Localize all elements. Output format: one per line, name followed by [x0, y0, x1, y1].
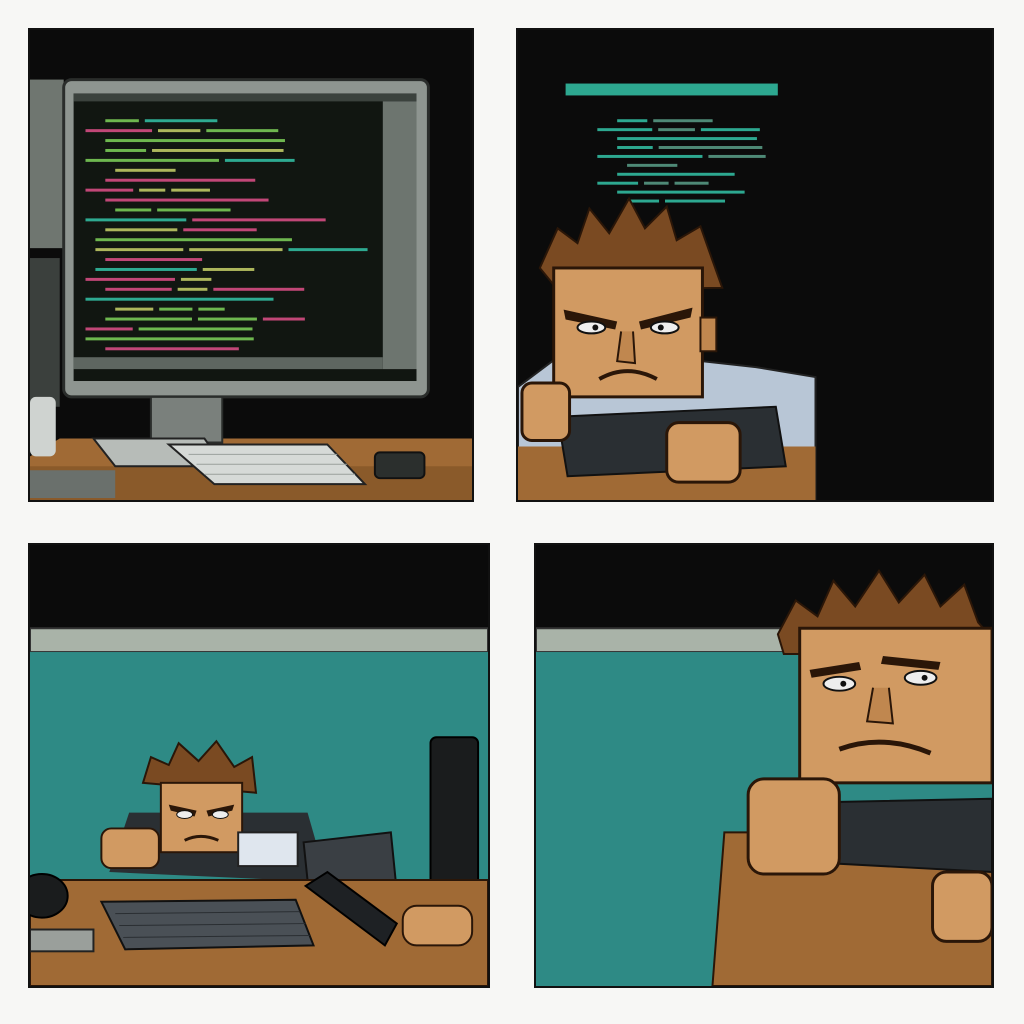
code-line-segment [105, 119, 139, 123]
eye-left [822, 675, 857, 692]
angry-programmer-scene [518, 30, 992, 500]
code-line-segment [658, 146, 763, 149]
eye-right [649, 320, 680, 335]
comic-panel-4 [534, 543, 994, 988]
code-line-segment [644, 181, 669, 185]
code-line-segment [658, 128, 695, 132]
mug [30, 396, 56, 457]
code-line-segment [183, 228, 257, 232]
code-line-segment [157, 129, 201, 133]
code-line-segment [180, 277, 212, 281]
code-line-segment [95, 267, 197, 271]
fist-left [520, 381, 572, 442]
code-line-segment [85, 188, 134, 192]
code-line-segment [139, 188, 166, 192]
desk-scene [30, 545, 488, 986]
code-line-segment [105, 178, 256, 182]
code-line-segment [157, 208, 231, 212]
code-line-segment [85, 277, 175, 281]
code-line-segment [85, 327, 133, 331]
code-line-segment [202, 267, 255, 271]
code-line-segment [115, 168, 176, 172]
face-small [159, 781, 244, 854]
code-line-segment [171, 188, 210, 192]
code-line-segment [85, 218, 187, 222]
code-line-segment [105, 198, 269, 202]
code-line-segment [224, 158, 295, 162]
code-line-segment [288, 248, 368, 252]
code-line-segment [95, 238, 292, 242]
code-line-segment [617, 190, 745, 194]
cubicle-trim [30, 627, 488, 654]
code-line-segment [95, 248, 184, 252]
code-line-segment [708, 154, 766, 158]
code-line-segment [115, 208, 152, 212]
code-line-segment [177, 287, 208, 291]
code-line-segment [85, 297, 274, 301]
code-line-segment [617, 172, 735, 176]
code-line-segment [105, 139, 285, 143]
code-line-segment [105, 228, 178, 232]
code-line-segment [144, 119, 218, 123]
code-line-segment [85, 337, 254, 341]
face [798, 626, 992, 785]
code-line-segment [627, 163, 678, 167]
code-line-segment [152, 148, 284, 152]
code-line-segment [115, 307, 154, 311]
code-line-segment [213, 287, 305, 291]
code-line-segment [105, 317, 192, 321]
mouse [373, 451, 426, 480]
code-line-segment [105, 287, 172, 291]
fist-right [931, 870, 992, 943]
code-line-segment [597, 128, 653, 132]
code-line-segment [159, 307, 193, 311]
office-chair [429, 736, 480, 897]
code-line-segment [192, 218, 326, 222]
code-line-segment [674, 181, 709, 185]
code-line-segment [617, 137, 757, 141]
code-line-segment [85, 129, 153, 133]
code-line-segment [700, 128, 760, 132]
code-line-segment [597, 181, 639, 185]
code-line-segment [105, 148, 147, 152]
code-line-segment [262, 317, 305, 321]
comic-panel-1 [28, 28, 474, 502]
code-line-segment [653, 119, 713, 123]
worried-programmer-scene [536, 545, 992, 986]
code-line-segment [617, 146, 653, 149]
code-line-segment [206, 129, 279, 133]
code-line-segment [189, 248, 283, 252]
comic-panel-3 [28, 543, 490, 988]
comic-panel-2 [516, 28, 994, 502]
code-line-segment [617, 119, 648, 123]
monitor-scene [30, 30, 472, 500]
fist-left [746, 777, 841, 876]
fist-right [665, 421, 742, 484]
code-line-segment [105, 347, 239, 351]
code-line-segment [105, 258, 203, 262]
code-line-segment [597, 154, 703, 158]
eye-left [576, 320, 607, 335]
code-line-segment [85, 158, 219, 162]
code-line-segment [198, 307, 225, 311]
eye-right [903, 669, 938, 686]
code-line-segment [138, 327, 253, 331]
code-line-segment [665, 199, 726, 203]
code-line-segment [197, 317, 257, 321]
